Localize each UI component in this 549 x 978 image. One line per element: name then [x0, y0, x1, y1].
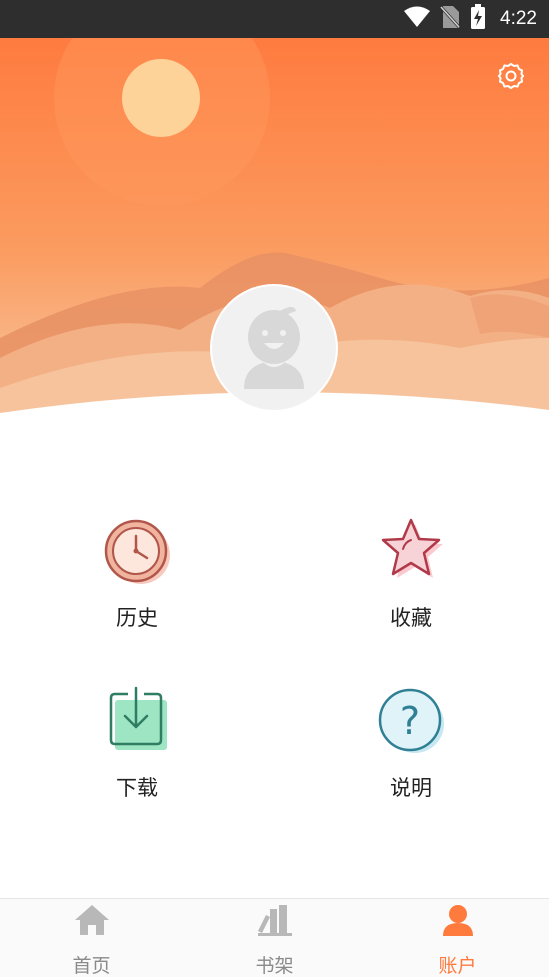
menu-item-label: 收藏: [390, 606, 432, 630]
nav-item-bookshelf[interactable]: 书架: [183, 899, 366, 977]
nav-label: 账户: [438, 955, 477, 977]
menu-item-label: 说明: [390, 776, 432, 800]
menu-item-history[interactable]: 历史: [57, 516, 217, 632]
bottom-nav: 首页 书架 账户: [0, 898, 549, 977]
nav-label: 首页: [72, 955, 111, 977]
menu-item-label: 历史: [116, 606, 158, 630]
avatar[interactable]: [212, 286, 336, 410]
menu-item-help[interactable]: ? 说明: [331, 686, 491, 802]
bookshelf-icon: [255, 903, 295, 937]
svg-text:?: ?: [400, 699, 420, 743]
default-avatar-icon: [234, 301, 314, 395]
nav-label: 书架: [255, 955, 294, 977]
status-time: 4:22: [500, 8, 537, 29]
no-sim-icon: [439, 5, 461, 33]
user-icon: [438, 903, 478, 937]
star-icon: [375, 516, 447, 588]
download-icon: [101, 686, 173, 758]
gear-icon: [497, 62, 525, 94]
help-icon: ?: [375, 686, 447, 758]
menu-item-label: 下载: [116, 776, 158, 800]
home-icon: [72, 903, 112, 937]
status-icons: 4:22: [404, 0, 537, 38]
menu-item-favorites[interactable]: 收藏: [331, 516, 491, 632]
nav-item-home[interactable]: 首页: [0, 899, 183, 977]
status-bar: 4:22: [0, 0, 549, 38]
settings-button[interactable]: [495, 62, 527, 94]
menu-item-download[interactable]: 下载: [57, 686, 217, 802]
wifi-icon: [404, 6, 431, 32]
clock-icon: [101, 516, 173, 588]
battery-charging-icon: [470, 4, 486, 34]
nav-item-account[interactable]: 账户: [366, 899, 549, 977]
